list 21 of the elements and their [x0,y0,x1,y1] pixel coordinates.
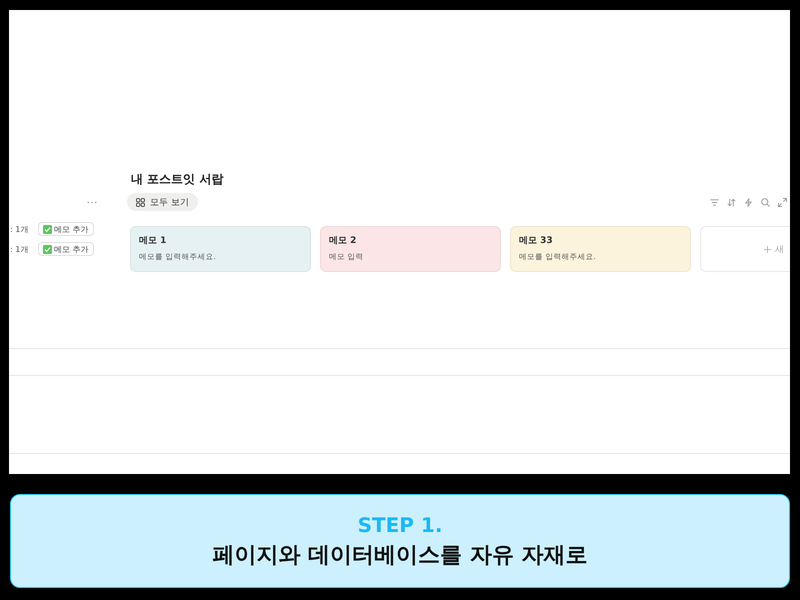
add-memo-button[interactable]: 메모 추가 [38,242,94,256]
expand-icon[interactable] [778,198,787,206]
memo-title: 메모 1 [139,235,168,247]
add-memo-button[interactable]: 메모 추가 [38,222,94,236]
view-tab[interactable]: 모두 보기 [127,193,198,211]
search-icon[interactable] [761,198,770,206]
check-icon [43,224,52,234]
sort-icon[interactable] [727,198,736,206]
memo-title: 메모 2 [329,235,358,247]
board-title: 내 포스트잇 서랍 [131,171,224,188]
memo-title: 메모 33 [519,235,554,247]
check-icon [43,244,52,254]
plus-icon [764,246,771,252]
count-text: : 1개 [9,224,30,234]
caption-headline: 페이지와 데이터베이스를 자유 자재로 [212,543,588,569]
grid-icon [136,198,145,206]
step-label: STEP 1. [358,513,442,537]
more-icon[interactable] [87,200,97,204]
filter-icon[interactable] [710,198,719,206]
lightning-icon[interactable] [744,198,753,206]
count-text: : 1개 [9,244,30,254]
